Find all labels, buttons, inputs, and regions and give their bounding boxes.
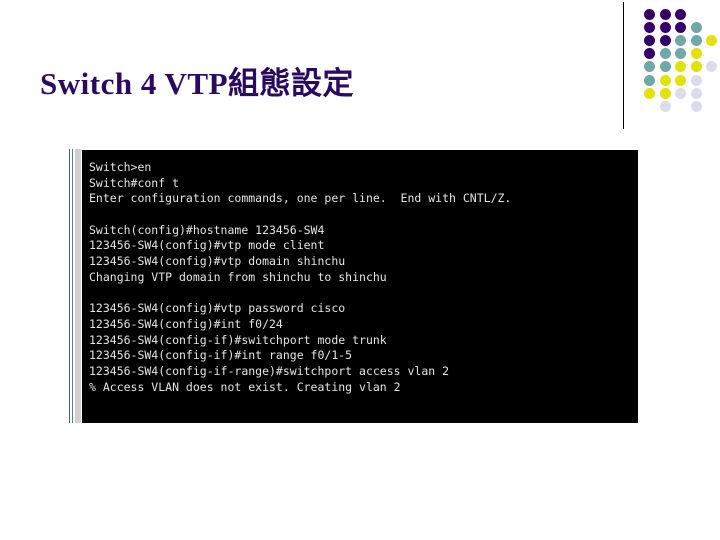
decorative-dot (659, 61, 671, 73)
terminal-console: Switch>en Switch#conf t Enter configuratio… (82, 150, 638, 423)
decorative-dot (706, 61, 717, 73)
border-rule-inner (72, 149, 73, 423)
decorative-dot (690, 35, 702, 47)
decorative-dot (659, 9, 671, 20)
terminal-line: % Access VLAN does not exist. Creating v… (89, 379, 401, 394)
terminal-line: 123456-SW4(config)#vtp mode client (89, 238, 325, 253)
terminal-line: Enter configuration commands, one per li… (89, 191, 512, 206)
page-title: Switch 4 VTP組態設定 (40, 66, 355, 101)
decorative-dot (659, 48, 671, 60)
decorative-dot (675, 35, 686, 47)
terminal-line: Changing VTP domain from shinchu to shin… (89, 269, 387, 284)
decorative-dot (644, 74, 655, 86)
decorative-dot (659, 74, 671, 86)
decorative-dot (659, 87, 671, 99)
decorative-dot (690, 74, 702, 86)
decorative-dot-matrix (644, 9, 720, 125)
terminal-left-border (68, 149, 82, 423)
border-rule-outer (69, 149, 70, 423)
decorative-dot (644, 87, 655, 99)
decorative-dot (690, 61, 702, 73)
terminal-line: 123456-SW4(config-if-range)#switchport a… (89, 363, 450, 378)
terminal-line: 123456-SW4(config)#int f0/24 (89, 316, 283, 331)
terminal-output: Switch>en Switch#conf t Enter configuratio… (89, 160, 511, 395)
decorative-dot (675, 48, 686, 60)
title-divider (623, 2, 624, 129)
decorative-dot (690, 87, 702, 99)
decorative-dot (690, 22, 702, 34)
decorative-dot (644, 9, 655, 20)
decorative-dot (690, 100, 702, 112)
terminal-screenshot: Switch>en Switch#conf t Enter configuratio… (68, 149, 638, 423)
decorative-dot (644, 35, 655, 47)
terminal-line: 123456-SW4(config-if)#int range f0/1-5 (89, 348, 353, 363)
terminal-line: Switch(config)#hostname 123456-SW4 (89, 222, 325, 237)
decorative-dot (675, 87, 686, 99)
terminal-line: 123456-SW4(config)#vtp domain shinchu (89, 254, 346, 269)
decorative-dot (659, 100, 671, 112)
decorative-dot (706, 35, 717, 47)
decorative-dot (675, 74, 686, 86)
decorative-dot (675, 22, 686, 34)
decorative-dot (644, 61, 655, 73)
decorative-dot (675, 9, 686, 20)
decorative-dot (644, 22, 655, 34)
decorative-dot (644, 48, 655, 60)
decorative-dot (659, 35, 671, 47)
decorative-dot (675, 61, 686, 73)
decorative-dot (690, 48, 702, 60)
terminal-line: Switch#conf t (89, 175, 180, 190)
terminal-line: 123456-SW4(config)#vtp password cisco (89, 301, 346, 316)
decorative-dot (659, 22, 671, 34)
terminal-line: Switch>en (89, 160, 152, 174)
border-rule-light (75, 149, 81, 423)
terminal-line: 123456-SW4(config-if)#switchport mode tr… (89, 332, 387, 347)
